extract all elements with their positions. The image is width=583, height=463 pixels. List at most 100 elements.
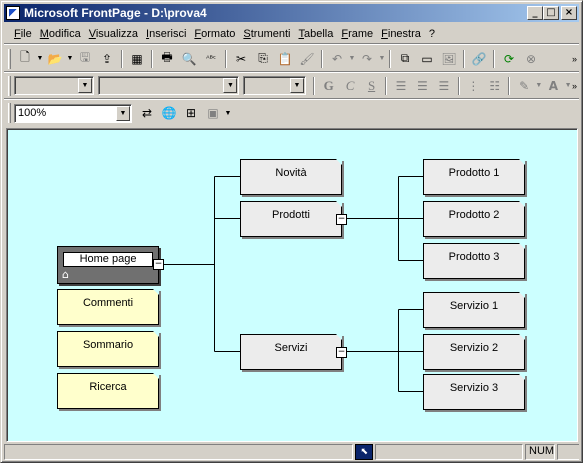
undo-icon[interactable]: ↶ [326,48,348,69]
collapse-toggle[interactable]: − [153,259,164,270]
child-page-node[interactable]: Servizio 1 [423,292,525,328]
toolbar-grip[interactable] [8,48,11,69]
view-subtree-icon[interactable]: 🌐 [158,103,180,124]
table-icon[interactable]: ▭ [416,48,438,69]
section-node[interactable]: Servizi − [240,334,347,370]
stop-icon[interactable]: ⊗ [520,48,542,69]
frontpage-app-icon[interactable] [6,6,20,20]
folder-list-icon[interactable]: ▦ [126,48,148,69]
menu-file[interactable]: File [10,28,36,40]
toolbar-more-icon[interactable]: » [572,81,577,91]
align-center-icon[interactable]: ☰ [412,75,433,96]
new-page-icon[interactable]: 🗋 [14,48,36,69]
style-select[interactable]: ▼ [13,76,95,95]
node-label: Servizio 2 [449,342,499,354]
size-grip[interactable] [557,444,579,460]
open-dropdown-icon[interactable]: ▼ [66,55,74,62]
menu-formato[interactable]: Formato [190,28,239,40]
navigation-view[interactable]: Home page ⌂ − Commenti Sommario Ricerca … [6,128,578,442]
bold-button[interactable]: G [318,75,339,96]
frontpage-window: Microsoft FrontPage - D:\prova4 _ □ × Fi… [0,0,583,463]
toolbar-more-icon[interactable]: » [572,54,577,64]
chevron-down-icon[interactable]: ▼ [289,78,304,93]
align-right-icon[interactable]: ☰ [433,75,454,96]
toolbar-grip[interactable] [8,103,11,123]
home-page-node[interactable]: Home page ⌂ − [57,246,164,284]
copy-icon[interactable]: ⎘ [252,48,274,69]
navigation-toolbar: 100% ▼ ⇄ 🌐 ⊞ ▣ ▼ [4,100,579,126]
page-fold [336,201,342,207]
font-select[interactable]: ▼ [98,76,240,95]
image-icon[interactable]: 🖼 [438,48,460,69]
child-page-node[interactable]: Prodotto 3 [423,243,525,279]
child-page-node[interactable]: Servizio 3 [423,374,525,410]
new-dropdown-icon[interactable]: ▼ [36,55,44,62]
menu-inserisci[interactable]: Inserisci [142,28,190,40]
collapse-toggle[interactable]: − [336,214,347,225]
top-level-node[interactable]: Sommario [57,331,159,367]
menu-finestra[interactable]: Finestra [377,28,425,40]
print-icon[interactable]: 🖶 [156,48,178,69]
font-color-icon[interactable]: A [543,75,564,96]
redo-dropdown-icon[interactable]: ▼ [378,55,386,62]
chevron-down-icon[interactable]: ▼ [223,78,238,93]
toolbar-options-icon[interactable]: ▼ [224,110,232,117]
section-node[interactable]: Prodotti − [240,201,347,237]
menu-tabella[interactable]: Tabella [294,28,337,40]
page-fold [336,334,342,340]
maximize-button[interactable]: □ [543,6,559,20]
open-icon[interactable]: 📂 [44,48,66,69]
font-color-dropdown-icon[interactable]: ▼ [564,82,572,89]
page-fold [336,159,342,165]
chevron-down-icon[interactable]: ▼ [78,78,93,93]
redo-icon[interactable]: ↷ [356,48,378,69]
italic-button[interactable]: C [339,75,360,96]
zoom-select[interactable]: 100% ▼ [14,103,132,123]
format-painter-icon[interactable]: 🖌 [296,48,318,69]
node-label: Prodotto 2 [448,209,500,221]
top-level-node[interactable]: Ricerca [57,373,159,409]
minimize-button[interactable]: _ [527,6,543,20]
child-page-node[interactable]: Prodotto 2 [423,201,525,237]
undo-dropdown-icon[interactable]: ▼ [348,55,356,62]
chevron-down-icon[interactable]: ▼ [116,105,130,121]
child-page-node[interactable]: Servizio 2 [423,334,525,370]
highlight-icon[interactable]: ✎ [513,75,534,96]
menu-visualizza[interactable]: Visualizza [85,28,142,40]
collapse-toggle[interactable]: − [336,347,347,358]
menu-modifica[interactable]: Modifica [36,28,85,40]
included-in-navigation-icon[interactable]: ▣ [202,103,224,124]
align-left-icon[interactable]: ☰ [390,75,411,96]
bullets-icon[interactable]: ☷ [484,75,505,96]
cut-icon[interactable]: ✂ [230,48,252,69]
underline-button[interactable]: S [361,75,382,96]
numbering-icon[interactable]: ⋮ [463,75,484,96]
menu-help[interactable]: ? [425,28,439,40]
hyperlink-icon[interactable]: 🔗 [468,48,490,69]
toolbar-separator [151,49,153,68]
close-button[interactable]: × [561,6,577,20]
components-icon[interactable]: ⧉ [394,48,416,69]
highlight-dropdown-icon[interactable]: ▼ [535,82,543,89]
paste-icon[interactable]: 📋 [274,48,296,69]
refresh-icon[interactable]: ⟳ [498,48,520,69]
section-node[interactable]: Novità [240,159,342,195]
add-existing-page-icon[interactable]: ⊞ [180,103,202,124]
toolbar-separator [463,49,465,68]
font-size-select[interactable]: ▼ [243,76,306,95]
top-level-node[interactable]: Commenti [57,289,159,325]
title-bar[interactable]: Microsoft FrontPage - D:\prova4 _ □ × [4,4,579,22]
child-page-node[interactable]: Prodotto 1 [423,159,525,195]
save-icon[interactable]: 🖫 [74,48,96,69]
toolbar-separator [321,49,323,68]
menu-strumenti[interactable]: Strumenti [239,28,294,40]
portrait-landscape-icon[interactable]: ⇄ [136,103,158,124]
toolbar-separator [508,76,511,95]
node-label: Sommario [82,339,134,351]
page-fold [519,374,525,380]
spelling-icon[interactable]: ᴬᴮᶜ [200,48,222,69]
print-preview-icon[interactable]: 🔍 [178,48,200,69]
publish-icon[interactable]: ⇪ [96,48,118,69]
menu-frame[interactable]: Frame [337,28,377,40]
toolbar-grip[interactable] [8,75,11,96]
